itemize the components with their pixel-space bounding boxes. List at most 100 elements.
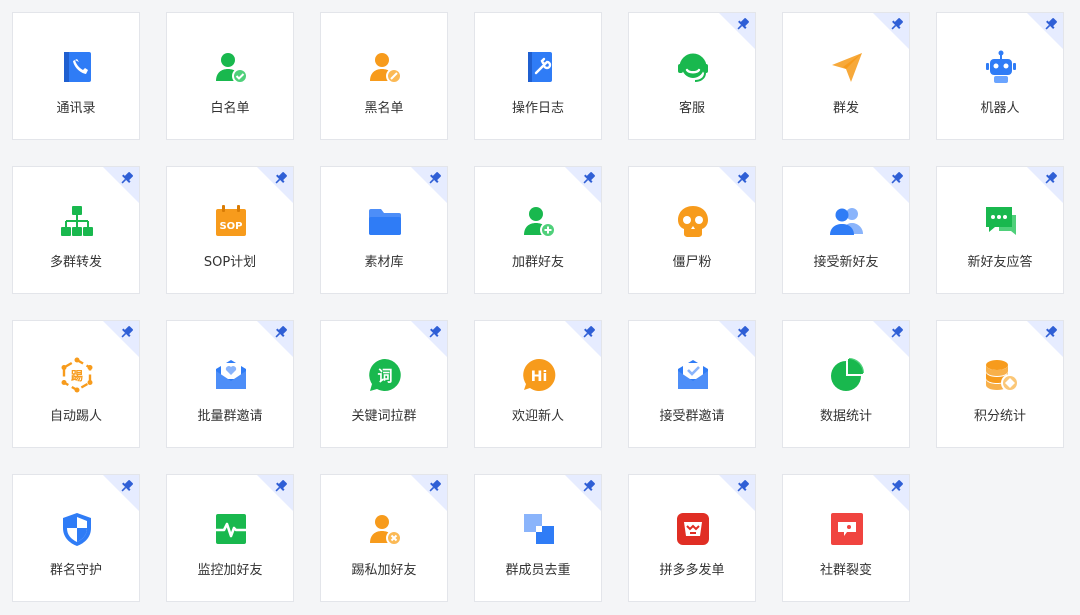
tile-hi-bubble[interactable]: Hi 欢迎新人 [474,320,602,448]
tile-label: 关键词拉群 [351,409,417,424]
user-remove-icon [367,511,403,547]
tile-label: SOP计划 [203,255,257,270]
tile-label: 拼多多发单 [659,563,725,578]
user-check-icon [213,49,249,85]
tile-label: 操作日志 [511,101,564,116]
tile-pie-chart[interactable]: 数据统计 [782,320,910,448]
mail-heart-icon [213,357,249,393]
pin-icon[interactable] [257,167,293,203]
tile-label: 通讯录 [56,101,96,116]
user-add-icon [521,203,557,239]
pin-icon[interactable] [873,13,909,49]
pin-icon[interactable] [1027,167,1063,203]
tile-fission[interactable]: 社群裂变 [782,474,910,602]
org-tree-icon [59,203,95,239]
pin-icon[interactable] [719,475,755,511]
tile-label: 批量群邀请 [197,409,263,424]
tile-kick[interactable]: 踢自动踢人 [12,320,140,448]
paper-plane-icon [829,49,865,85]
pin-icon[interactable] [411,475,447,511]
svg-text:词: 词 [377,367,392,385]
user-block-icon [367,49,403,85]
tile-label: 加群好友 [511,255,564,270]
chat-reply-icon [983,203,1019,239]
sop-calendar-icon: SOP [213,203,249,239]
pin-icon[interactable] [257,475,293,511]
log-book-icon [521,49,557,85]
tile-log-book[interactable]: 操作日志 [474,12,602,140]
tile-mail-check[interactable]: 接受群邀请 [628,320,756,448]
tile-user-check[interactable]: 白名单 [166,12,294,140]
pin-icon[interactable] [719,321,755,357]
tile-skull[interactable]: 僵尸粉 [628,166,756,294]
pin-icon[interactable] [565,321,601,357]
tile-label: 黑名单 [364,101,404,116]
pin-icon[interactable] [1027,321,1063,357]
svg-text:踢: 踢 [71,369,83,383]
tile-label: 自动踢人 [49,409,102,424]
pinduoduo-icon [675,511,711,547]
tile-org-tree[interactable]: 多群转发 [12,166,140,294]
tile-label: 白名单 [210,101,250,116]
tile-user-remove[interactable]: 踢私加好友 [320,474,448,602]
pin-icon[interactable] [411,321,447,357]
tile-paper-plane[interactable]: 群发 [782,12,910,140]
tile-contacts[interactable]: 通讯录 [12,12,140,140]
pie-chart-icon [829,357,865,393]
tile-mail-heart[interactable]: 批量群邀请 [166,320,294,448]
tile-shield[interactable]: 群名守护 [12,474,140,602]
tile-label: 新好友应答 [967,255,1033,270]
pin-icon[interactable] [103,475,139,511]
pin-icon[interactable] [103,167,139,203]
tile-dedupe-squares[interactable]: 群成员去重 [474,474,602,602]
tile-coins[interactable]: 积分统计 [936,320,1064,448]
tile-label: 接受群邀请 [659,409,725,424]
tile-chat-reply[interactable]: 新好友应答 [936,166,1064,294]
pin-icon[interactable] [719,13,755,49]
tile-label: 客服 [678,101,705,116]
pin-icon[interactable] [873,167,909,203]
fission-icon [829,511,865,547]
pulse-monitor-icon [213,511,249,547]
tile-folder[interactable]: 素材库 [320,166,448,294]
tile-label: 踢私加好友 [351,563,417,578]
contacts-icon [59,49,95,85]
tile-users[interactable]: 接受新好友 [782,166,910,294]
tile-label: 监控加好友 [197,563,263,578]
pin-icon[interactable] [565,475,601,511]
tile-user-block[interactable]: 黑名单 [320,12,448,140]
tile-pinduoduo[interactable]: 拼多多发单 [628,474,756,602]
pin-icon[interactable] [719,167,755,203]
folder-icon [367,203,403,239]
pin-icon[interactable] [1027,13,1063,49]
tile-label: 社群裂变 [819,563,872,578]
tile-label: 多群转发 [49,255,102,270]
pin-icon[interactable] [411,167,447,203]
tile-label: 群成员去重 [505,563,571,578]
headset-icon [675,49,711,85]
tile-user-add[interactable]: 加群好友 [474,166,602,294]
pin-icon[interactable] [565,167,601,203]
hi-bubble-icon: Hi [521,357,557,393]
tile-label: 僵尸粉 [672,255,712,270]
feature-grid: 通讯录 白名单 黑名单 操作日志 客服 群发 机器人多群转发 SOP SOP计划 素材库 加群好友 僵… [0,0,1080,615]
tile-label: 机器人 [980,101,1020,116]
svg-text:SOP: SOP [219,221,242,232]
pin-icon[interactable] [873,321,909,357]
shield-icon [59,511,95,547]
tile-label: 接受新好友 [813,255,879,270]
dedupe-squares-icon [521,511,557,547]
tile-label: 欢迎新人 [511,409,564,424]
skull-icon [675,203,711,239]
pin-icon[interactable] [103,321,139,357]
tile-pulse-monitor[interactable]: 监控加好友 [166,474,294,602]
tile-sop-calendar[interactable]: SOP SOP计划 [166,166,294,294]
pin-icon[interactable] [873,475,909,511]
mail-check-icon [675,357,711,393]
tile-keyword-chat[interactable]: 词关键词拉群 [320,320,448,448]
kick-icon: 踢 [59,357,95,393]
pin-icon[interactable] [257,321,293,357]
users-icon [829,203,865,239]
tile-headset[interactable]: 客服 [628,12,756,140]
tile-robot[interactable]: 机器人 [936,12,1064,140]
